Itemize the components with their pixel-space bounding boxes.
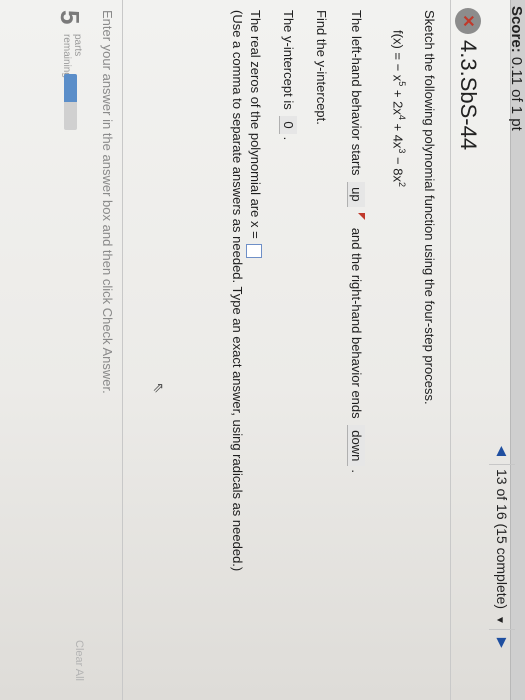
question-title: 4.3.SbS-44 bbox=[456, 40, 481, 151]
zeros-sentence: The real zeros of the polynomial are x = bbox=[246, 10, 263, 259]
intercept-answer[interactable]: 0 bbox=[279, 116, 297, 134]
parts-remaining-label: parts remaining bbox=[61, 34, 83, 78]
answer-instruction: Enter your answer in the answer box and … bbox=[100, 10, 115, 394]
end-behavior-sentence: The left-hand behavior starts up and the… bbox=[347, 10, 365, 473]
score-value: 0.11 of 1 pt bbox=[508, 56, 525, 131]
score-label: Score: bbox=[508, 6, 525, 53]
zeros-hint: (Use a comma to separate answers as need… bbox=[230, 10, 245, 572]
find-intercept-instruction: Find the y-intercept. bbox=[314, 10, 329, 125]
parts-remaining-count: 5 bbox=[55, 10, 85, 25]
parts-progress-bar bbox=[64, 74, 77, 130]
right-behavior-answer[interactable]: down bbox=[347, 425, 365, 467]
clear-all-button[interactable]: Clear All bbox=[73, 640, 85, 681]
score-display: Score: 0.11 of 1 pt bbox=[508, 6, 525, 131]
chevron-down-icon: ▼ bbox=[494, 614, 505, 625]
zeros-input[interactable] bbox=[246, 244, 263, 259]
footer-divider bbox=[122, 0, 123, 700]
question-title-bar: ✕ 4.3.SbS-44 bbox=[450, 0, 485, 700]
left-behavior-answer[interactable]: up bbox=[347, 182, 365, 207]
function-expression: f(x) = − x5 + 2x4 + 4x3 − 8x2 bbox=[390, 30, 407, 187]
triangle-left-icon[interactable]: ◀ bbox=[488, 438, 516, 464]
mouse-cursor-icon: ⇖ bbox=[151, 382, 167, 394]
progress-fill bbox=[64, 74, 77, 102]
homework-screen: Score: 0.11 of 1 pt ◀ 13 of 16 (15 compl… bbox=[0, 0, 525, 700]
question-position[interactable]: 13 of 16 (15 complete) ▼ bbox=[494, 465, 510, 629]
question-prompt: Sketch the following polynomial function… bbox=[422, 10, 437, 405]
position-label: 13 of 16 (15 complete) bbox=[494, 469, 510, 610]
question-navigator: ◀ 13 of 16 (15 complete) ▼ ▶ bbox=[487, 438, 517, 688]
triangle-right-icon[interactable]: ▶ bbox=[488, 630, 516, 656]
intercept-sentence: The y-intercept is 0. bbox=[279, 10, 297, 141]
x-mark-icon: ✕ bbox=[455, 8, 481, 34]
incorrect-flag-icon bbox=[358, 213, 365, 221]
